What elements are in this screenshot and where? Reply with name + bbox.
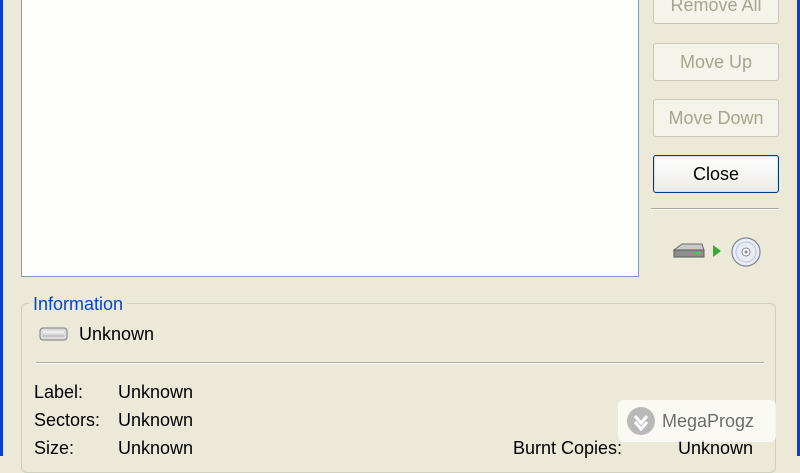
move-down-button[interactable]: Move Down xyxy=(653,99,779,137)
drive-name: Unknown xyxy=(79,324,155,344)
window-frame-left xyxy=(0,0,3,456)
information-legend: Information xyxy=(29,293,128,315)
label-field-label: Label: xyxy=(34,382,84,402)
right-panel-divider xyxy=(651,208,779,210)
size-field-label: Size: xyxy=(34,438,75,458)
label-field-value: Unknown xyxy=(118,382,194,402)
size-field-value: Unknown xyxy=(118,438,194,458)
burnt-copies-label: Burnt Copies: xyxy=(513,438,623,458)
sectors-field-value: Unknown xyxy=(118,410,194,430)
hard-drive-icon xyxy=(672,243,705,258)
cd-disc-icon xyxy=(731,237,761,267)
close-button[interactable]: Close xyxy=(653,155,779,193)
download-arrow-icon xyxy=(627,407,655,435)
drive-icon xyxy=(39,327,68,341)
information-divider xyxy=(36,362,764,364)
burn-direction-indicator xyxy=(672,236,764,268)
play-arrow-icon xyxy=(713,245,721,257)
watermark: MegaProgz xyxy=(618,400,776,442)
remove-all-button[interactable]: Remove All xyxy=(653,0,779,24)
watermark-text: MegaProgz xyxy=(662,410,755,431)
move-up-button[interactable]: Move Up xyxy=(653,43,779,81)
file-list[interactable] xyxy=(21,0,639,277)
sectors-field-label: Sectors: xyxy=(34,410,101,430)
